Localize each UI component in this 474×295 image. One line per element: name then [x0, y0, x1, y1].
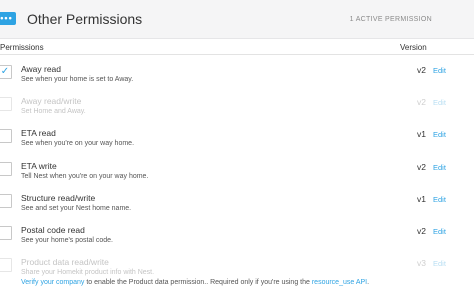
permission-row-postal-code-read: Postal code read See your home's postal … — [0, 225, 474, 257]
footer-note: Verify your company to enable the Produc… — [21, 279, 369, 286]
permission-name: ETA read — [21, 128, 56, 138]
edit-link[interactable]: Edit — [433, 98, 446, 107]
edit-link[interactable]: Edit — [433, 259, 446, 268]
permission-row-away-read: ✓ Away read See when your home is set to… — [0, 64, 474, 96]
permission-row-eta-write: ETA write Tell Nest when you're on your … — [0, 161, 474, 193]
chevron-up-icon[interactable] — [450, 12, 462, 24]
divider — [0, 54, 474, 55]
edit-link[interactable]: Edit — [433, 195, 446, 204]
permission-checkbox[interactable] — [0, 226, 12, 240]
permission-description: Set Home and Away. — [21, 108, 86, 115]
permission-checkbox[interactable] — [0, 97, 12, 111]
permission-row-eta-read: ETA read See when you're on your way hom… — [0, 128, 474, 160]
permission-version: v2 — [417, 226, 426, 236]
permission-version: v1 — [417, 194, 426, 204]
permission-row-structure-read-write: Structure read/write See and set your Ne… — [0, 193, 474, 225]
permission-version: v1 — [417, 129, 426, 139]
permission-checkbox[interactable] — [0, 129, 12, 143]
edit-link[interactable]: Edit — [433, 66, 446, 75]
permission-name: ETA write — [21, 161, 57, 171]
permission-version: v2 — [417, 97, 426, 107]
permission-description: See your home's postal code. — [21, 237, 114, 244]
footer-text: to enable the Product data permission.. … — [84, 279, 312, 286]
permission-checkbox[interactable] — [0, 162, 12, 176]
permission-name: Away read — [21, 64, 62, 74]
edit-link[interactable]: Edit — [433, 130, 446, 139]
permission-name: Away read/write — [21, 96, 82, 106]
permission-name: Product data read/write — [21, 257, 109, 267]
permission-version: v3 — [417, 258, 426, 268]
permission-checkbox[interactable] — [0, 258, 12, 272]
verify-company-link[interactable]: Verify your company — [21, 279, 84, 286]
section-header: ••• Other Permissions 1 ACTIVE PERMISSIO… — [0, 0, 474, 39]
permissions-column-header: Permissions — [0, 43, 44, 52]
permission-row-away-read-write: Away read/write Set Home and Away. v2 Ed… — [0, 96, 474, 128]
permission-checkbox[interactable]: ✓ — [0, 65, 12, 79]
edit-link[interactable]: Edit — [433, 227, 446, 236]
version-column-header: Version — [400, 43, 427, 52]
permission-description: See when your home is set to Away. — [21, 76, 134, 83]
permission-version: v2 — [417, 162, 426, 172]
more-icon[interactable]: ••• — [0, 12, 16, 25]
edit-link[interactable]: Edit — [433, 163, 446, 172]
permission-description: See and set your Nest home name. — [21, 205, 132, 212]
permission-version: v2 — [417, 65, 426, 75]
permission-checkbox[interactable] — [0, 194, 12, 208]
resource-use-api-link[interactable]: resource_use API — [312, 279, 367, 286]
permission-description: Share your Homekit product info with Nes… — [21, 269, 155, 276]
permission-name: Structure read/write — [21, 193, 96, 203]
active-permission-count: 1 ACTIVE PERMISSION — [349, 16, 432, 23]
permission-name: Postal code read — [21, 225, 85, 235]
section-title: Other Permissions — [27, 11, 143, 27]
permission-description: See when you're on your way home. — [21, 140, 135, 147]
permission-description: Tell Nest when you're on your way home. — [21, 173, 149, 180]
footer-period: . — [367, 279, 370, 286]
